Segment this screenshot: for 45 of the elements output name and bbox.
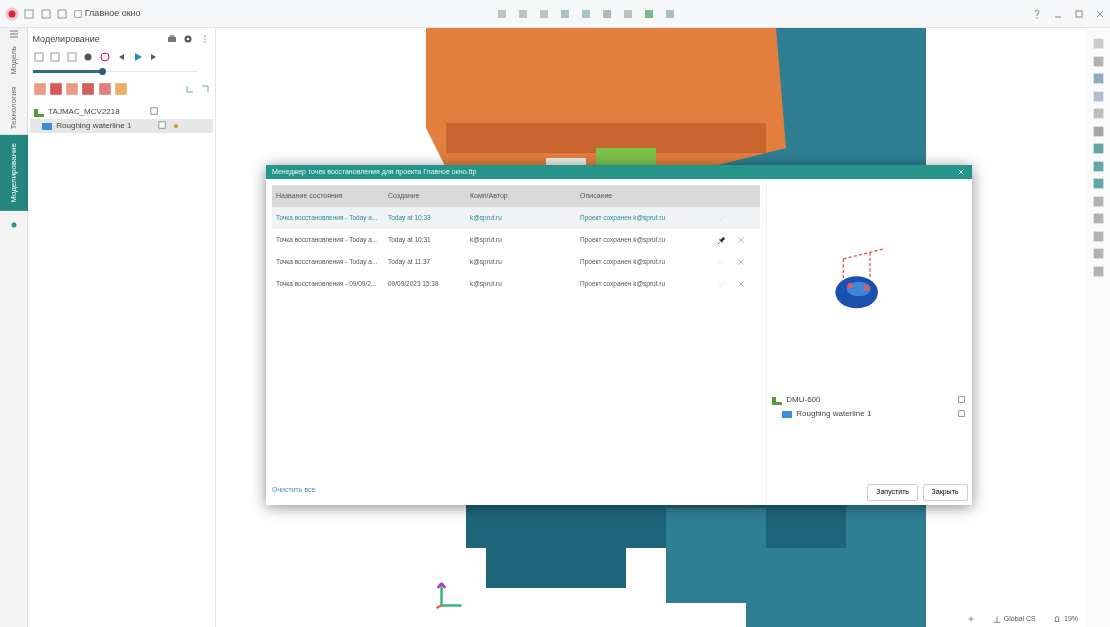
toolbar-icon[interactable] xyxy=(579,7,592,20)
toolbar-icon[interactable] xyxy=(1091,37,1105,50)
restore-icon[interactable] xyxy=(1072,7,1085,20)
toolbar-icon[interactable] xyxy=(642,7,655,20)
toolbar-icon[interactable] xyxy=(1091,194,1105,208)
toolbar-icon[interactable] xyxy=(1091,212,1105,225)
toolbar-icon[interactable] xyxy=(1091,72,1105,85)
toolbar-icon[interactable] xyxy=(1091,264,1105,278)
tree-item[interactable]: TAJMAC_MCV2218 xyxy=(30,104,213,119)
side-tab[interactable]: Технология xyxy=(7,80,20,136)
toolbar-icon[interactable] xyxy=(537,7,550,20)
side-tab[interactable]: Моделирование xyxy=(0,135,28,211)
toolbar-icon[interactable] xyxy=(495,7,508,20)
toolbar-icon[interactable] xyxy=(663,7,676,20)
toolbar-icon[interactable] xyxy=(1091,124,1105,138)
toolbar-icon[interactable] xyxy=(1091,107,1105,120)
toolbar-icon[interactable] xyxy=(621,7,634,20)
toolbar-icon[interactable] xyxy=(1091,177,1105,190)
tree-item[interactable]: DMU-600 xyxy=(769,392,970,407)
panel-title: Моделирование xyxy=(32,32,100,46)
toolbar-icon[interactable] xyxy=(1091,229,1105,243)
checkbox-icon[interactable] xyxy=(149,106,161,117)
close-icon[interactable] xyxy=(736,279,746,289)
tree-item[interactable]: Roughing waterline 1 xyxy=(769,406,970,421)
checkbox-icon[interactable] xyxy=(956,408,967,419)
record-icon[interactable] xyxy=(4,6,19,21)
toolbar-icon[interactable] xyxy=(1091,89,1105,103)
toolbar-icon[interactable] xyxy=(516,7,529,20)
timeline-slider[interactable] xyxy=(32,67,198,77)
pin-icon[interactable] xyxy=(716,234,727,246)
checkbox-icon[interactable] xyxy=(956,394,967,405)
toolbar-icon[interactable] xyxy=(1091,159,1105,173)
menu-icon[interactable] xyxy=(7,28,20,40)
tree-item[interactable]: Roughing waterline 1 xyxy=(30,118,213,133)
checkbox-icon[interactable] xyxy=(157,120,169,131)
side-tab[interactable]: Модель xyxy=(7,40,20,81)
close-icon[interactable] xyxy=(736,235,746,245)
toolbar-icon[interactable] xyxy=(600,7,613,20)
toolbar-icon[interactable] xyxy=(1091,247,1105,260)
window-title: Главное окно xyxy=(84,6,141,20)
toolbar-icon[interactable] xyxy=(558,7,571,20)
close-icon[interactable] xyxy=(956,167,966,177)
close-icon[interactable] xyxy=(736,257,746,267)
toolbar-icon[interactable] xyxy=(1091,54,1105,68)
toolbar-icon[interactable] xyxy=(1091,142,1105,155)
